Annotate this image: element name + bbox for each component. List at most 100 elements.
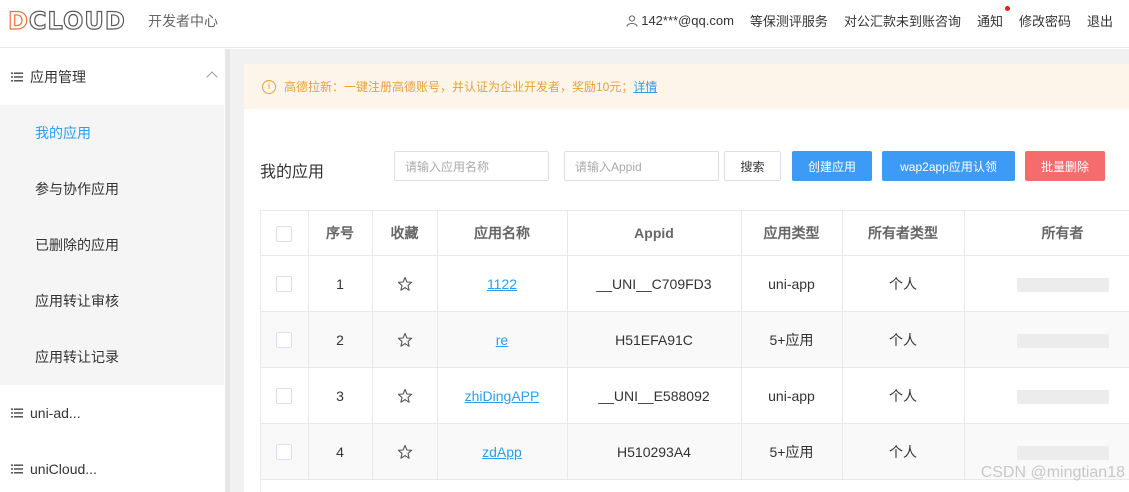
content-panel: i 高德拉新：一键注册高德账号，并认证为企业开发者，奖励10元； 详情 我的应用… <box>244 64 1129 492</box>
sidebar-group-uni-ad[interactable]: uni-ad... <box>0 385 224 441</box>
table-header-row: 序号 收藏 应用名称 Appid 应用类型 所有者类型 所有者 <box>261 210 1129 256</box>
sidebar-item-collab-apps[interactable]: 参与协作应用 <box>0 161 224 217</box>
row-index: 4 <box>308 423 373 480</box>
sidebar: 应用管理 我的应用 参与协作应用 已删除的应用 应用转让审核 应用转让记录 un… <box>0 49 224 492</box>
site-subtitle: 开发者中心 <box>148 13 218 29</box>
sidebar-submenu: 我的应用 参与协作应用 已删除的应用 应用转让审核 应用转让记录 <box>0 105 224 385</box>
sidebar-group-label: 应用管理 <box>30 69 86 85</box>
app-type-cell: 5+应用 <box>741 311 843 368</box>
app-name-cell: re <box>437 311 568 368</box>
column-header: 序号 <box>308 210 373 256</box>
nav-logout[interactable]: 退出 <box>1087 11 1113 30</box>
app-name-link[interactable]: zdApp <box>482 444 522 460</box>
page-title: 我的应用 <box>260 164 325 181</box>
row-checkbox[interactable] <box>276 444 293 461</box>
user-account[interactable]: 142***@qq.com <box>626 11 734 30</box>
row-checkbox[interactable] <box>276 388 293 405</box>
column-header: 应用名称 <box>437 210 568 256</box>
chevron-up-icon <box>206 71 218 83</box>
alert-text: 高德拉新：一键注册高德账号，并认证为企业开发者，奖励10元； <box>284 80 634 94</box>
owner-type-cell: 个人 <box>842 367 965 424</box>
wap2app-claim-button[interactable]: wap2app应用认领 <box>882 151 1015 181</box>
favorite-cell <box>372 311 438 368</box>
sidebar-item-deleted-apps[interactable]: 已删除的应用 <box>0 217 224 273</box>
redacted-owner <box>1016 445 1109 460</box>
user-email: 142***@qq.com <box>641 13 734 28</box>
star-icon[interactable] <box>397 444 413 460</box>
owner-cell <box>964 311 1129 368</box>
app-name-link[interactable]: 1122 <box>487 276 517 292</box>
row-checkbox[interactable] <box>276 276 293 293</box>
star-icon[interactable] <box>397 388 413 404</box>
column-header: 应用类型 <box>741 210 843 256</box>
favorite-cell <box>372 367 438 424</box>
apps-table: 序号 收藏 应用名称 Appid 应用类型 所有者类型 所有者 1 1122 _… <box>260 210 1129 492</box>
info-icon: i <box>262 79 276 94</box>
app-type-cell: uni-app <box>741 255 843 312</box>
owner-type-cell: 个人 <box>842 311 965 368</box>
sidebar-item-transfer-records[interactable]: 应用转让记录 <box>0 329 224 385</box>
row-select-cell <box>261 311 309 368</box>
column-header: 收藏 <box>372 210 438 256</box>
appid-search-input[interactable]: 请输入Appid <box>564 151 719 181</box>
main-content: i 高德拉新：一键注册高德账号，并认证为企业开发者，奖励10元； 详情 我的应用… <box>230 49 1129 492</box>
alert-details-link[interactable]: 详情 <box>633 78 657 95</box>
dcloud-logo[interactable]: DCLOUD <box>7 6 126 35</box>
owner-cell <box>964 367 1129 424</box>
favorite-cell <box>372 255 438 312</box>
logo-text: DCLOUD <box>7 6 126 35</box>
table-row: 2 re H51EFA91C 5+应用 个人 <box>261 311 1129 368</box>
app-name-link[interactable]: zhiDingAPP <box>465 388 540 404</box>
promo-alert: i 高德拉新：一键注册高德账号，并认证为企业开发者，奖励10元； 详情 <box>244 64 1129 109</box>
redacted-owner <box>1016 333 1109 348</box>
row-index: 2 <box>308 311 373 368</box>
user-icon <box>626 14 638 27</box>
appid-cell: __UNI__C709FD3 <box>567 255 742 312</box>
appid-cell: H51EFA91C <box>567 311 742 368</box>
row-checkbox[interactable] <box>276 332 293 349</box>
table-row: 1 1122 __UNI__C709FD3 uni-app 个人 <box>261 255 1129 312</box>
owner-type-cell: 个人 <box>842 423 965 480</box>
row-select-cell <box>261 255 309 312</box>
favorite-cell <box>372 423 438 480</box>
nav-security-assessment[interactable]: 等保测评服务 <box>750 11 828 30</box>
app-name-link[interactable]: re <box>496 332 508 348</box>
star-icon[interactable] <box>397 276 413 292</box>
star-icon[interactable] <box>397 332 413 348</box>
select-all-cell <box>261 210 309 256</box>
sidebar-group-label: uni-ad... <box>30 405 81 421</box>
row-select-cell <box>261 367 309 424</box>
list-icon <box>11 408 23 418</box>
select-all-checkbox[interactable] <box>276 225 293 242</box>
app-name-search-input[interactable]: 请输入应用名称 <box>394 151 549 181</box>
sidebar-item-transfer-review[interactable]: 应用转让审核 <box>0 273 224 329</box>
app-name-cell: zdApp <box>437 423 568 480</box>
row-index: 1 <box>308 255 373 312</box>
watermark: CSDN @mingtian18 <box>980 464 1125 481</box>
app-type-cell: uni-app <box>741 367 843 424</box>
top-bar: DCLOUD 开发者中心 142***@qq.com 等保测评服务 对公汇款未到… <box>0 0 1129 48</box>
list-icon <box>11 72 23 82</box>
sidebar-group-unicloud[interactable]: uniCloud... <box>0 441 224 492</box>
sidebar-group-label: uniCloud... <box>30 461 97 477</box>
appid-cell: __UNI__E588092 <box>567 367 742 424</box>
nav-notifications-label: 通知 <box>976 14 1003 29</box>
redacted-owner <box>1016 277 1109 292</box>
create-app-button[interactable]: 创建应用 <box>792 151 872 181</box>
app-name-cell: zhiDingAPP <box>437 367 568 424</box>
nav-change-password[interactable]: 修改密码 <box>1019 11 1071 30</box>
column-header: Appid <box>567 210 742 256</box>
redacted-owner <box>1016 389 1109 404</box>
row-index: 3 <box>308 367 373 424</box>
nav-notifications[interactable]: 通知 <box>976 6 1010 30</box>
table-row: 3 zhiDingAPP __UNI__E588092 uni-app 个人 <box>261 367 1129 424</box>
search-button[interactable]: 搜索 <box>724 151 781 181</box>
sidebar-group-app-management[interactable]: 应用管理 <box>0 49 224 105</box>
top-nav: 142***@qq.com 等保测评服务 对公汇款未到账咨询 通知 修改密码 退… <box>626 6 1113 30</box>
column-header: 所有者 <box>964 210 1129 256</box>
batch-delete-button[interactable]: 批量删除 <box>1025 151 1105 181</box>
owner-type-cell: 个人 <box>842 255 965 312</box>
nav-remittance-inquiry[interactable]: 对公汇款未到账咨询 <box>844 11 961 30</box>
sidebar-item-my-apps[interactable]: 我的应用 <box>0 105 224 161</box>
column-header: 所有者类型 <box>842 210 965 256</box>
